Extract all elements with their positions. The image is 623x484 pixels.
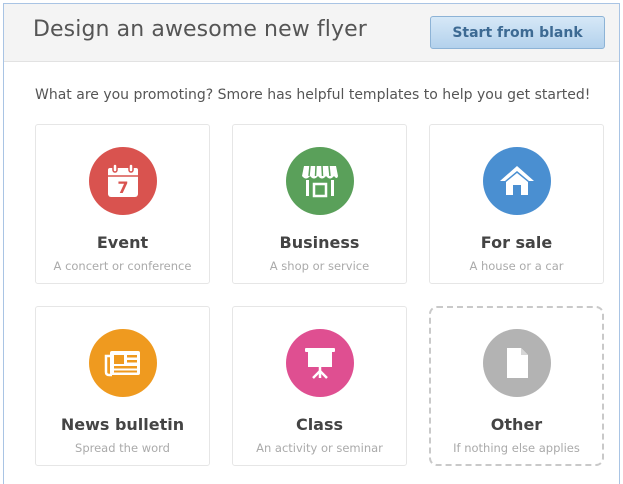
template-card-class[interactable]: Class An activity or seminar [232,306,407,466]
template-card-business[interactable]: Business A shop or service [232,124,407,284]
intro-text: What are you promoting? Smore has helpfu… [35,87,591,103]
template-subtitle: Spread the word [75,441,170,455]
newspaper-icon [88,329,157,397]
storefront-icon [285,147,354,215]
template-card-other[interactable]: Other If nothing else applies [429,306,604,466]
template-subtitle: A concert or conference [53,259,192,273]
template-subtitle: A shop or service [269,259,370,273]
calendar-icon: 7 [88,147,157,215]
start-from-blank-button[interactable]: Start from blank [430,16,605,49]
template-title: Other [490,415,543,434]
template-subtitle: A house or a car [469,259,564,273]
template-title: Event [96,233,149,252]
template-title: Class [295,415,344,434]
template-subtitle: If nothing else applies [453,441,580,455]
template-title: News bulletin [60,415,185,434]
calendar-day-number: 7 [117,178,128,197]
page-title: Design an awesome new flyer [33,17,367,42]
template-card-event[interactable]: 7 Event A concert or conference [35,124,210,284]
dialog-header: Design an awesome new flyer Start from b… [4,4,619,62]
template-card-news-bulletin[interactable]: News bulletin Spread the word [35,306,210,466]
presentation-board-icon [285,329,354,397]
template-title: For sale [480,233,553,252]
document-icon [482,329,551,397]
template-card-for-sale[interactable]: For sale A house or a car [429,124,604,284]
template-subtitle: An activity or seminar [256,441,383,455]
flyer-template-dialog: Design an awesome new flyer Start from b… [3,3,620,484]
template-title: Business [279,233,360,252]
house-icon [482,147,551,215]
